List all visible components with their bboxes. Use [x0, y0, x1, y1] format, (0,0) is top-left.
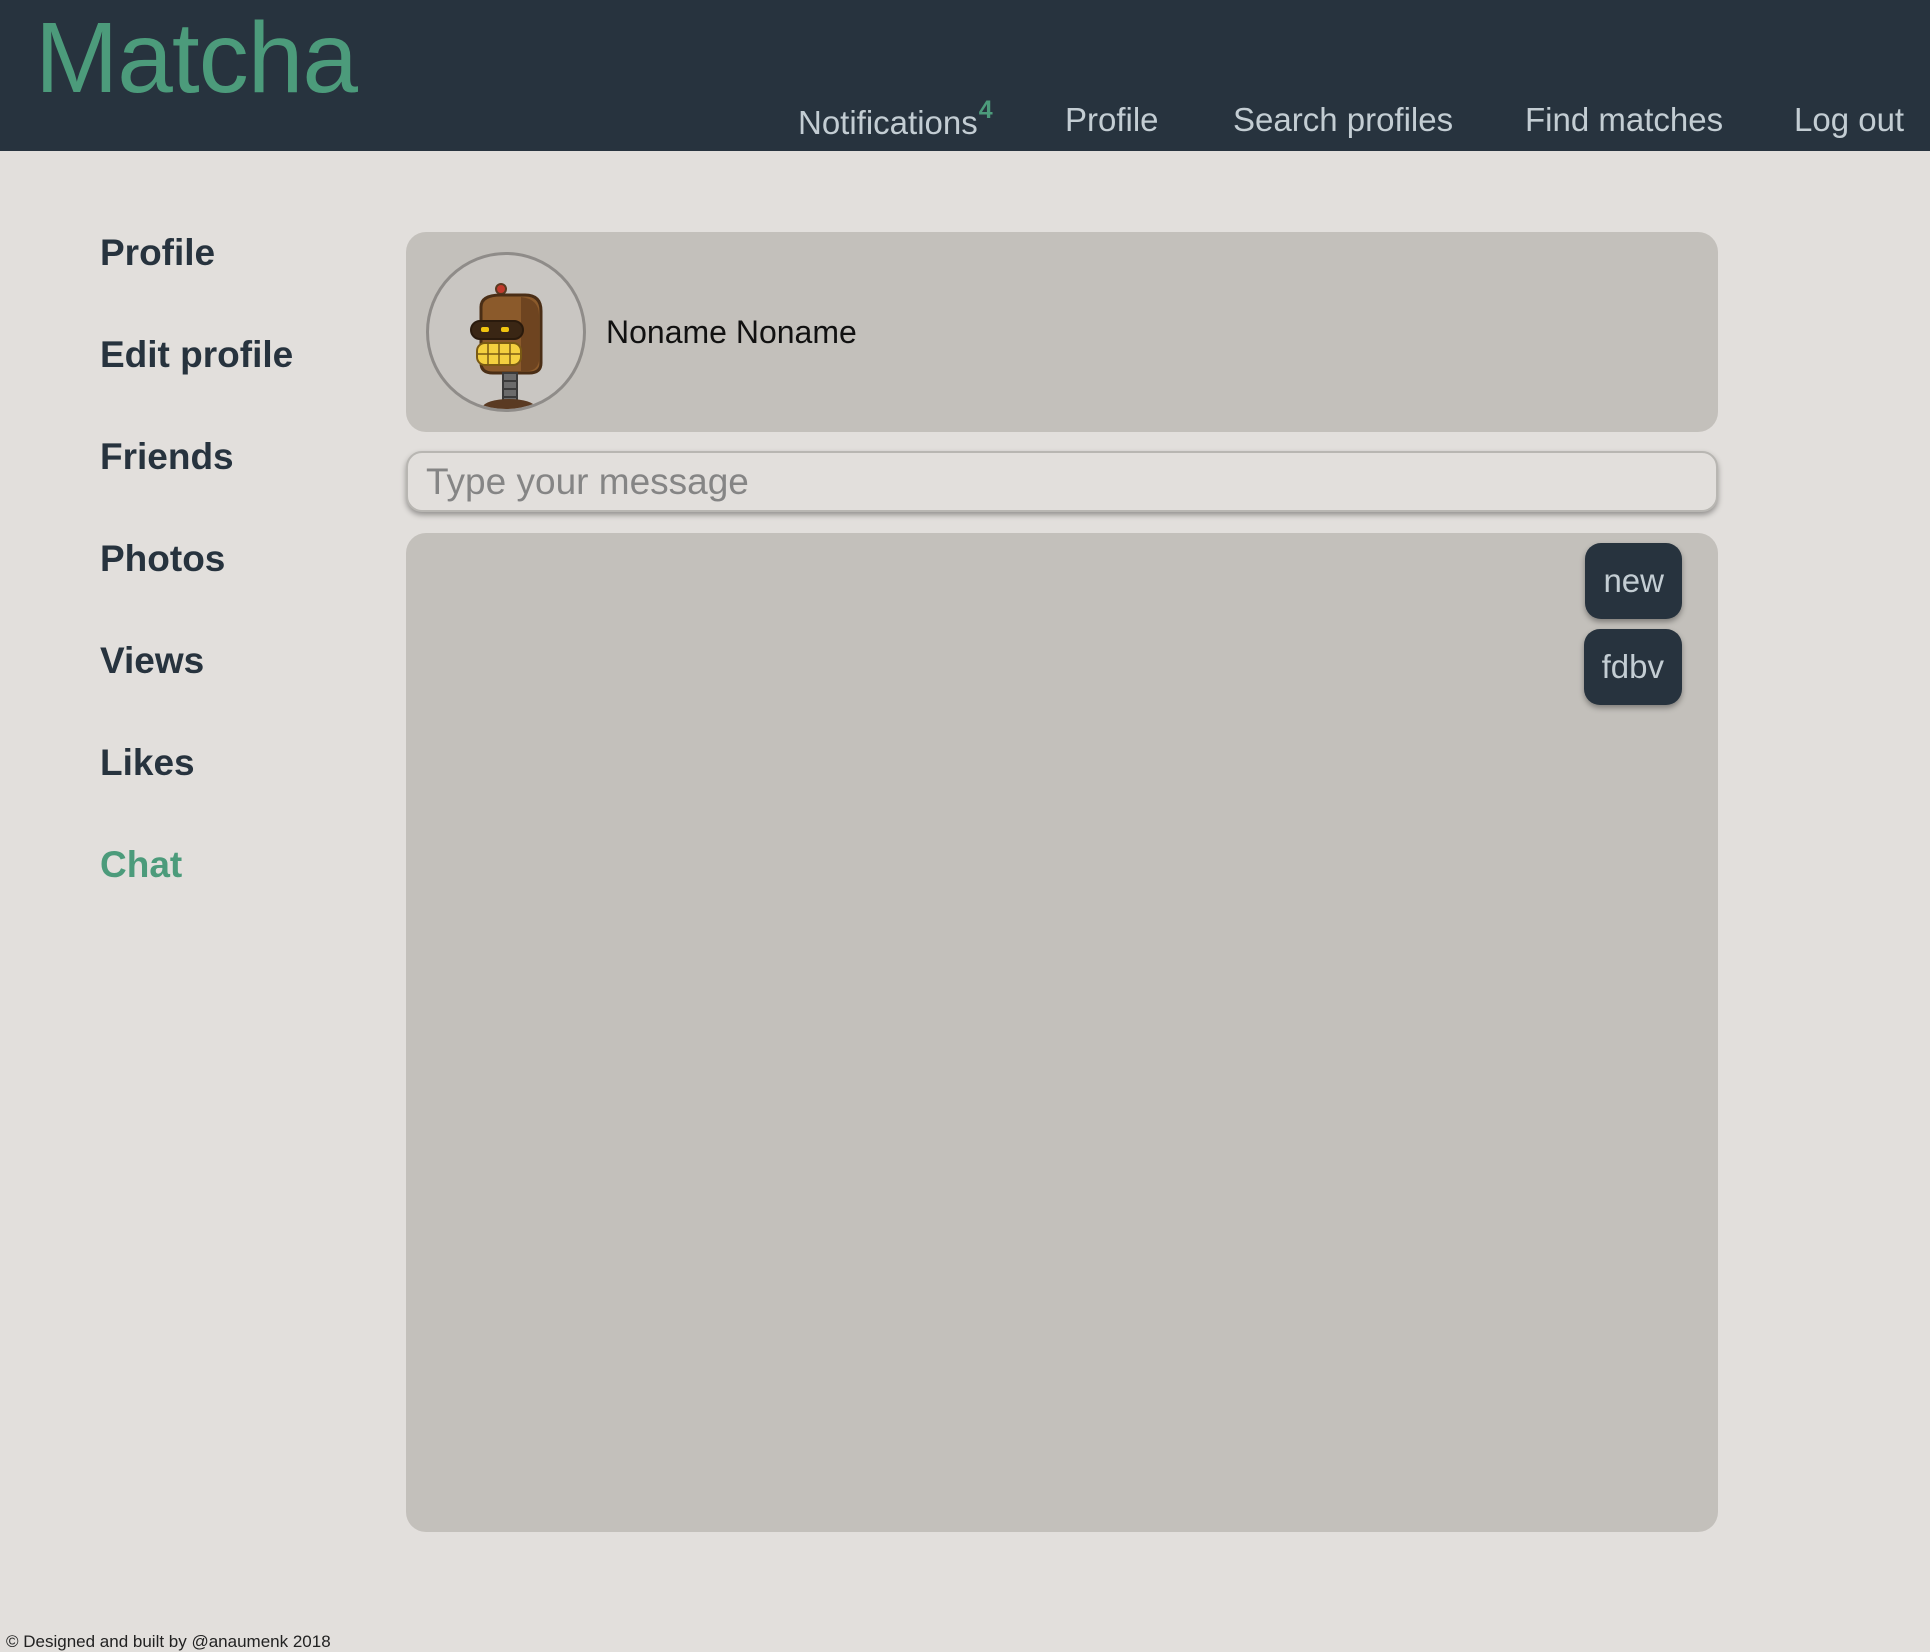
chat-partner-card: Noname Noname	[406, 232, 1718, 432]
sidebar-item-edit-profile[interactable]: Edit profile	[100, 333, 293, 377]
sidebar-item-profile[interactable]: Profile	[100, 231, 215, 275]
chat-message-bubble: new	[1585, 543, 1682, 619]
notifications-count-badge: 4	[978, 96, 993, 124]
footer-credits: © Designed and built by @anaumenk 2018	[6, 1632, 331, 1651]
chat-messages-panel[interactable]: new fdbv	[406, 533, 1718, 1532]
nav-notifications-label: Notifications	[798, 104, 978, 141]
brand-logo[interactable]: Matcha	[35, 2, 358, 114]
chat-partner-name[interactable]: Noname Noname	[606, 312, 857, 352]
nav-search-profiles[interactable]: Search profiles	[1233, 100, 1453, 140]
chat-message-bubble: fdbv	[1583, 629, 1682, 705]
nav-find-matches[interactable]: Find matches	[1525, 100, 1723, 140]
message-input[interactable]	[406, 451, 1718, 512]
sidebar-item-chat[interactable]: Chat	[100, 843, 182, 887]
nav-log-out[interactable]: Log out	[1794, 100, 1904, 140]
nav-notifications[interactable]: Notifications4	[798, 96, 993, 146]
sidebar-item-likes[interactable]: Likes	[100, 741, 195, 785]
robot-avatar-icon	[470, 283, 543, 409]
nav-profile[interactable]: Profile	[1065, 100, 1159, 140]
avatar[interactable]	[426, 252, 586, 412]
sidebar-item-photos[interactable]: Photos	[100, 537, 225, 581]
top-navbar: Matcha Notifications4 Profile Search pro…	[0, 0, 1930, 151]
sidebar-item-friends[interactable]: Friends	[100, 435, 234, 479]
sidebar-item-views[interactable]: Views	[100, 639, 204, 683]
